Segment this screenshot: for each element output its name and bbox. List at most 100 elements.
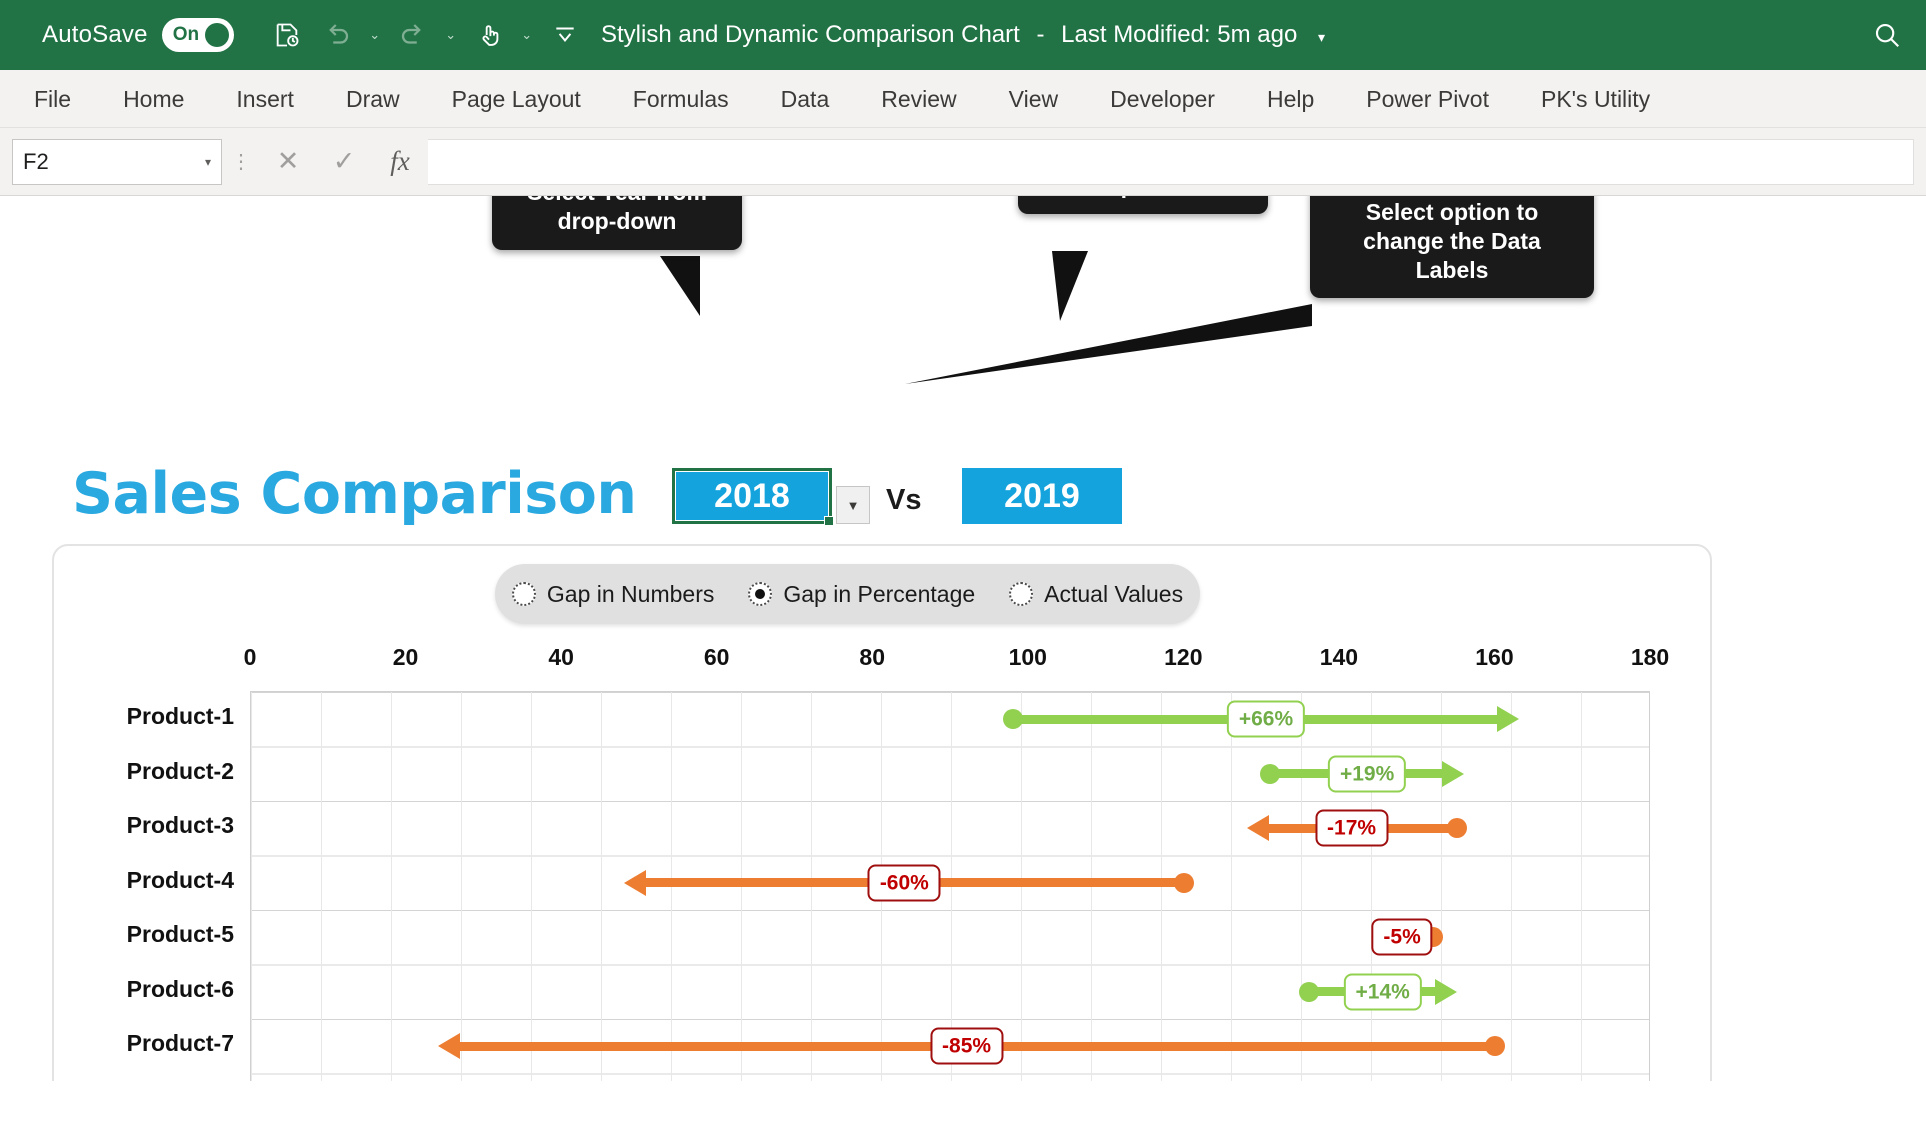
customize-quick-access-toolbar-icon[interactable] — [542, 12, 588, 58]
search-icon[interactable] — [1866, 14, 1908, 56]
category-label-1: Product-1 — [126, 703, 234, 730]
radio-option-gap-in-numbers[interactable]: Gap in Numbers — [511, 580, 715, 608]
category-label-7: Product-7 — [126, 1030, 234, 1057]
vs-label: Vs — [886, 484, 922, 516]
data-label-option-group: Gap in Numbers Gap in Percentage Actual Va… — [495, 564, 1200, 624]
x-axis-tick-40: 40 — [548, 644, 574, 670]
year-left-value: 2018 — [714, 476, 790, 515]
ribbon-tab-page-layout[interactable]: Page Layout — [426, 70, 607, 128]
arrowhead-6 — [1434, 978, 1457, 1005]
title-dropdown-caret-icon[interactable]: ▾ — [1318, 29, 1325, 45]
formula-bar-expand-handle[interactable]: ⋮ — [222, 152, 260, 172]
start-marker-4 — [1174, 872, 1195, 893]
category-label-4: Product-4 — [126, 866, 234, 893]
redo-icon[interactable] — [390, 12, 436, 58]
year-left-dropdown-button[interactable]: ▼ — [836, 486, 870, 524]
callout-data-labels-text: Select option to change the Data Labels — [1363, 199, 1541, 283]
cell-selection-handle[interactable] — [824, 516, 834, 526]
x-axis-tick-0: 0 — [243, 644, 257, 670]
ribbon-tab-developer[interactable]: Developer — [1084, 70, 1241, 128]
start-marker-2 — [1259, 763, 1280, 784]
document-title[interactable]: Stylish and Dynamic Comparison Chart — [601, 21, 1020, 48]
undo-dropdown-caret-icon[interactable]: ⌄ — [364, 13, 386, 57]
ribbon-tab-view[interactable]: View — [983, 70, 1084, 128]
last-modified-label[interactable]: Last Modified: 5m ago — [1061, 21, 1297, 48]
undo-icon[interactable] — [314, 12, 360, 58]
autosave-label: AutoSave — [42, 21, 148, 48]
data-label-7: -85% — [930, 1027, 1004, 1065]
chevron-down-icon: ▼ — [846, 497, 860, 513]
start-marker-3 — [1446, 818, 1467, 839]
autosave-state-label: On — [172, 24, 200, 45]
x-axis-tick-60: 60 — [703, 644, 730, 670]
data-label-1: +66% — [1226, 700, 1306, 738]
page-title: Sales Comparison — [72, 461, 637, 527]
enter-icon[interactable]: ✓ — [316, 139, 372, 185]
data-label-4: -60% — [867, 864, 941, 902]
title-separator: - — [1036, 21, 1045, 48]
touch-mode-icon[interactable] — [466, 12, 512, 58]
formula-bar-buttons: ✕ ✓ fx — [260, 139, 428, 185]
x-axis-tick-100: 100 — [1008, 644, 1047, 670]
x-axis-tick-80: 80 — [859, 644, 886, 670]
ribbon-tab-formulas[interactable]: Formulas — [607, 70, 755, 128]
radio-option-actual-values[interactable]: Actual Values — [1009, 581, 1183, 608]
redo-dropdown-caret-icon[interactable]: ⌄ — [440, 13, 462, 57]
year-left-cell[interactable]: 2018 — [672, 468, 834, 526]
ribbon-tab-data[interactable]: Data — [755, 70, 856, 128]
ribbon-tab-insert[interactable]: Insert — [210, 70, 320, 128]
start-marker-7 — [1485, 1036, 1506, 1057]
callout-year-2019-text: Select Year from drop-down — [1053, 196, 1233, 198]
arrowhead-7 — [437, 1033, 460, 1060]
radio-option-label: Gap in Percentage — [783, 580, 976, 607]
x-axis-tick-160: 160 — [1475, 644, 1514, 670]
autosave-toggle-knob — [204, 23, 229, 47]
data-label-5: -5% — [1371, 918, 1433, 956]
radio-option-label: Actual Values — [1044, 580, 1184, 607]
touch-mode-dropdown-caret-icon[interactable]: ⌄ — [516, 13, 538, 57]
arrowhead-1 — [1496, 706, 1519, 733]
ribbon-tab-home[interactable]: Home — [97, 70, 210, 128]
name-box[interactable]: F2 ▾ — [12, 138, 222, 185]
callout-year-2018: Select Year from drop-down — [492, 196, 742, 250]
radio-mark-icon[interactable] — [511, 582, 536, 606]
data-label-6: +14% — [1343, 973, 1422, 1011]
category-label-5: Product-5 — [126, 921, 234, 948]
arrowhead-2 — [1442, 760, 1465, 787]
autosave-toggle[interactable]: On — [161, 18, 234, 52]
callout-year-2018-text: Select Year from drop-down — [527, 196, 707, 234]
radio-mark-icon[interactable] — [1009, 582, 1034, 606]
ribbon-tab-review[interactable]: Review — [855, 70, 982, 128]
ribbon-tab-file[interactable]: File — [0, 70, 97, 128]
arrowhead-4 — [624, 869, 647, 896]
name-box-caret-icon[interactable]: ▾ — [205, 155, 211, 169]
year-right-cell[interactable]: 2019 — [962, 468, 1122, 524]
formula-bar: F2 ▾ ⋮ ✕ ✓ fx — [0, 128, 1926, 196]
formula-input[interactable] — [428, 138, 1914, 185]
title-bar: AutoSave On ⌄ ⌄ ⌄ Stylish and Dynamic Co… — [0, 0, 1926, 70]
ribbon-tab-draw[interactable]: Draw — [320, 70, 426, 128]
radio-mark-icon[interactable] — [748, 582, 773, 606]
ribbon-tab-help[interactable]: Help — [1241, 70, 1340, 128]
start-marker-1 — [1003, 709, 1024, 730]
x-axis-tick-labels: 0 20 40 60 80 100 120 140 160 180 — [244, 644, 1670, 678]
chart-plot: 0 20 40 60 80 100 120 140 160 180 +66% +19% -17% -60… — [127, 644, 1669, 1081]
x-axis-tick-20: 20 — [392, 644, 419, 670]
data-label-2: +19% — [1327, 755, 1407, 793]
x-axis-tick-120: 120 — [1164, 644, 1203, 670]
cancel-icon[interactable]: ✕ — [260, 139, 316, 185]
radio-option-label: Gap in Numbers — [546, 580, 715, 607]
radio-option-gap-in-percentage[interactable]: Gap in Percentage — [748, 581, 975, 608]
ribbon-tab-pk-s-utility[interactable]: PK's Utility — [1515, 70, 1676, 128]
quick-access-toolbar: ⌄ ⌄ ⌄ — [264, 12, 588, 58]
arrowhead-3 — [1246, 815, 1269, 842]
start-marker-6 — [1298, 981, 1319, 1002]
ribbon-tab-power-pivot[interactable]: Power Pivot — [1340, 70, 1515, 128]
data-label-3: -17% — [1315, 809, 1389, 847]
category-label-6: Product-6 — [126, 975, 234, 1002]
category-label-3: Product-3 — [126, 812, 234, 839]
plot-area: +66%+19%-17%-60%-5%+14%-85%+104%+4%+36% — [250, 691, 1650, 1081]
save-icon[interactable] — [264, 12, 310, 58]
insert-function-icon[interactable]: fx — [372, 139, 428, 185]
category-label-2: Product-2 — [126, 757, 234, 784]
